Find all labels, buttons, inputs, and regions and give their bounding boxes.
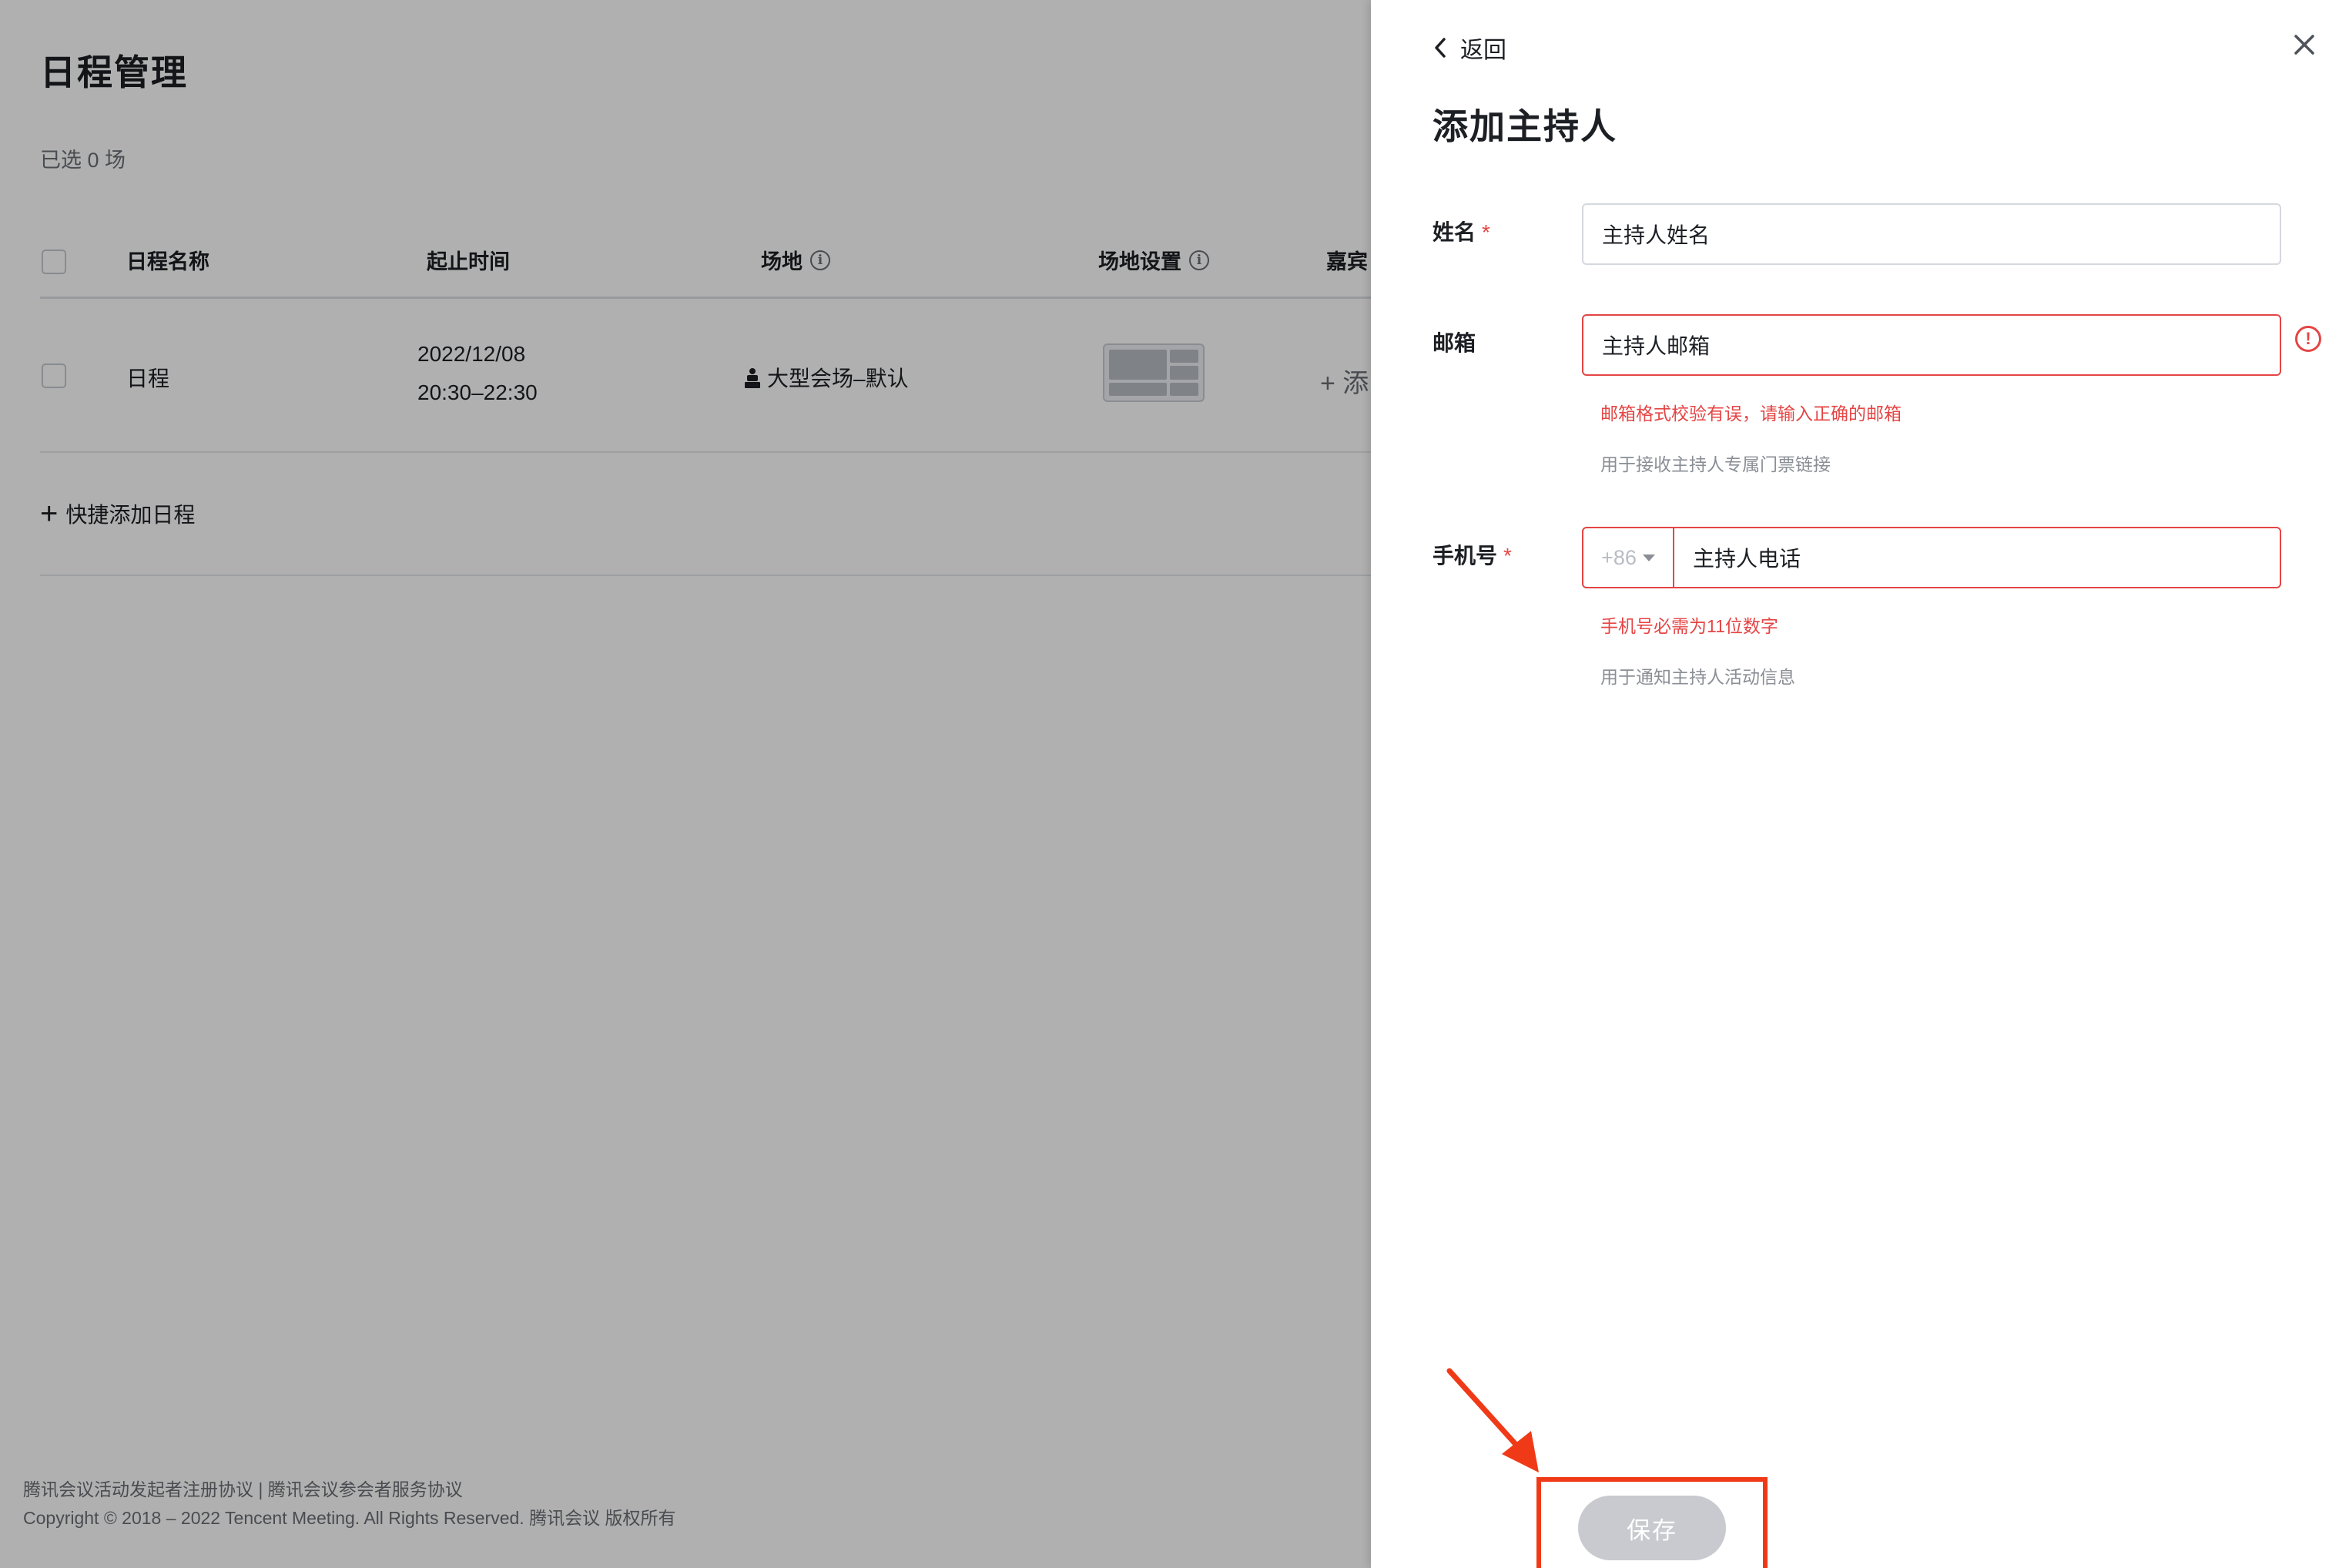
email-label: 邮箱 [1433,331,1476,355]
required-mark: * [1503,544,1512,568]
phone-error-message: 手机号必需为11位数字 [1600,616,1778,636]
email-error-message: 邮箱格式校验有误，请输入正确的邮箱 [1600,404,1902,424]
host-email-input[interactable]: 主持人邮箱 [1582,314,2281,376]
host-email-value: 主持人邮箱 [1602,334,1711,358]
annotation-arrow-icon [1446,1368,1539,1473]
phone-hint: 用于通知主持人活动信息 [1600,667,1795,687]
email-hint: 用于接收主持人专属门票链接 [1600,454,1831,474]
country-code-select[interactable]: +86 [1583,528,1674,587]
error-icon: ! [2295,326,2321,352]
name-label: 姓名 * [1433,220,1490,244]
chevron-left-icon [1435,38,1446,58]
panel-title: 添加主持人 [1433,106,1617,146]
host-phone-value: 主持人电话 [1693,547,1801,571]
add-host-panel: 返回 添加主持人 姓名 * 主持人姓名 邮箱 主持人邮箱 ! 邮箱格式校验有误，请… [1371,0,2349,1568]
host-name-value: 主持人姓名 [1602,223,1711,247]
back-button[interactable]: 返回 [1433,31,1506,65]
required-mark: * [1482,220,1490,244]
host-phone-input[interactable]: +86 主持人电话 [1582,527,2281,588]
host-name-input[interactable]: 主持人姓名 [1582,203,2281,265]
country-code-value: +86 [1601,545,1637,569]
modal-overlay[interactable] [0,0,1371,1568]
close-icon[interactable] [2290,31,2318,59]
back-label: 返回 [1460,38,1506,63]
caret-down-icon [1642,554,1655,561]
save-button[interactable]: 保存 [1578,1496,1726,1560]
phone-label: 手机号 * [1433,544,1512,568]
